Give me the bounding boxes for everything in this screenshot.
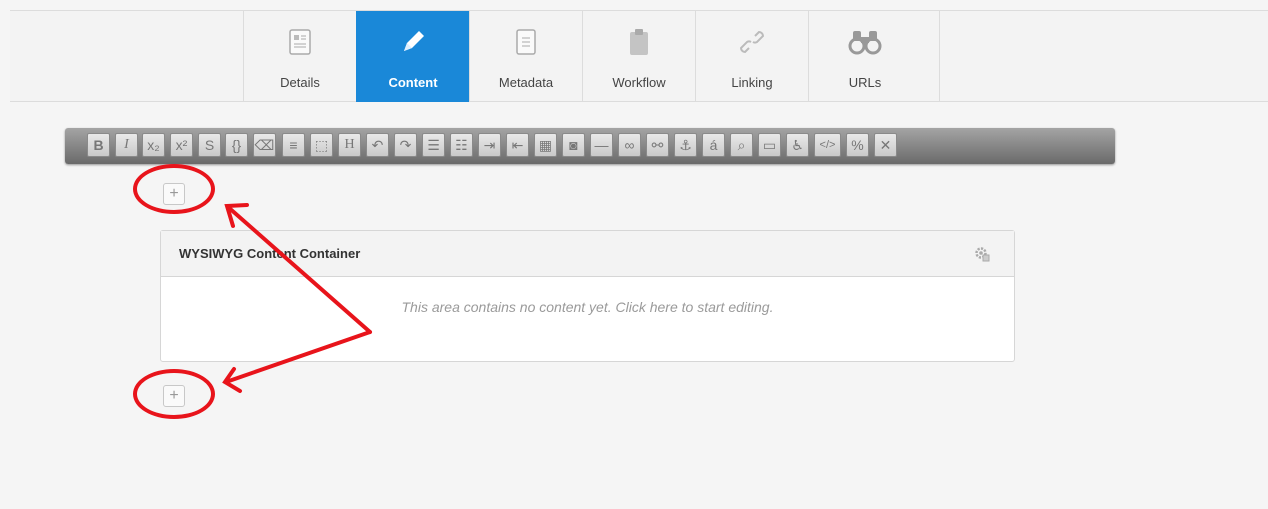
tab-workflow[interactable]: Workflow xyxy=(582,11,695,102)
annotation-arrowhead-down xyxy=(222,367,242,393)
pencil-icon xyxy=(357,25,469,59)
bold-button[interactable]: B xyxy=(87,133,110,157)
superscript-button[interactable]: x² xyxy=(170,133,193,157)
heading-button[interactable]: H xyxy=(338,133,361,157)
tab-details[interactable]: Details xyxy=(243,11,356,102)
tab-bar: Details Content Metadata Workflow Linkin… xyxy=(10,10,1268,102)
numbered-list-button[interactable]: ☷ xyxy=(450,133,473,157)
clear-formatting-button[interactable]: ⌫ xyxy=(253,133,276,157)
tab-metadata-label: Metadata xyxy=(498,75,554,90)
source-code-button[interactable]: </> xyxy=(814,133,841,157)
tab-metadata[interactable]: Metadata xyxy=(469,11,582,102)
container-header: WYSIWYG Content Container xyxy=(161,231,1014,277)
editor-toolbar: B Ix₂ x² S{} ⌫ ≡ ⬚ H ↶ ↷ ☰ ☷ ⇥ ⇤ ▦ ◙ — ∞ ⚯ ⚓ á ⌕ ▭ ♿ </>% ✕ xyxy=(65,128,1115,164)
tab-content[interactable]: Content xyxy=(356,11,469,102)
italic-button[interactable]: I xyxy=(115,133,138,157)
clipboard-icon xyxy=(583,25,695,59)
tab-linking[interactable]: Linking xyxy=(695,11,808,102)
gear-icon[interactable] xyxy=(974,246,990,267)
undo-button[interactable]: ↶ xyxy=(366,133,389,157)
indent-button[interactable]: ⇥ xyxy=(478,133,501,157)
annotation-circle-top xyxy=(133,164,215,214)
block-button[interactable]: ⬚ xyxy=(310,133,333,157)
anchor-button[interactable]: ⚓ xyxy=(674,133,697,157)
bullet-list-button[interactable]: ☰ xyxy=(422,133,445,157)
annotation-arrowhead-up xyxy=(224,203,249,228)
link-icon xyxy=(696,25,808,59)
table-button[interactable]: ▦ xyxy=(534,133,557,157)
code-braces-button[interactable]: {} xyxy=(225,133,248,157)
image-button[interactable]: ◙ xyxy=(562,133,585,157)
tab-details-label: Details xyxy=(280,75,320,90)
accessibility-button[interactable]: ♿ xyxy=(786,133,809,157)
comment-button[interactable]: ▭ xyxy=(758,133,781,157)
binoculars-icon xyxy=(809,25,921,59)
tab-urls[interactable]: URLs xyxy=(808,11,921,102)
empty-content-message[interactable]: This area contains no content yet. Click… xyxy=(161,299,1014,315)
subscript-button[interactable]: x₂ xyxy=(142,133,165,157)
strikethrough-button[interactable]: S xyxy=(198,133,221,157)
container-title: WYSIWYG Content Container xyxy=(179,246,361,261)
link-button[interactable]: ∞ xyxy=(618,133,641,157)
details-icon xyxy=(244,25,356,59)
find-button[interactable]: ⌕ xyxy=(730,133,753,157)
special-character-button[interactable]: á xyxy=(702,133,725,157)
outdent-button[interactable]: ⇤ xyxy=(506,133,529,157)
align-button[interactable]: ≡ xyxy=(282,133,305,157)
tab-linking-label: Linking xyxy=(731,75,773,90)
percent-button[interactable]: % xyxy=(846,133,869,157)
annotation-circle-bottom xyxy=(133,369,215,419)
redo-button[interactable]: ↷ xyxy=(394,133,417,157)
metadata-icon xyxy=(470,25,582,59)
wysiwyg-content-container[interactable]: WYSIWYG Content Container This area cont… xyxy=(160,230,1015,362)
tab-divider xyxy=(939,11,940,102)
tab-content-label: Content xyxy=(388,75,438,90)
horizontal-rule-button[interactable]: — xyxy=(590,133,613,157)
remove-percent-button[interactable]: ✕ xyxy=(874,133,897,157)
tab-workflow-label: Workflow xyxy=(612,75,666,90)
unlink-button[interactable]: ⚯ xyxy=(646,133,669,157)
tab-urls-label: URLs xyxy=(848,75,882,90)
